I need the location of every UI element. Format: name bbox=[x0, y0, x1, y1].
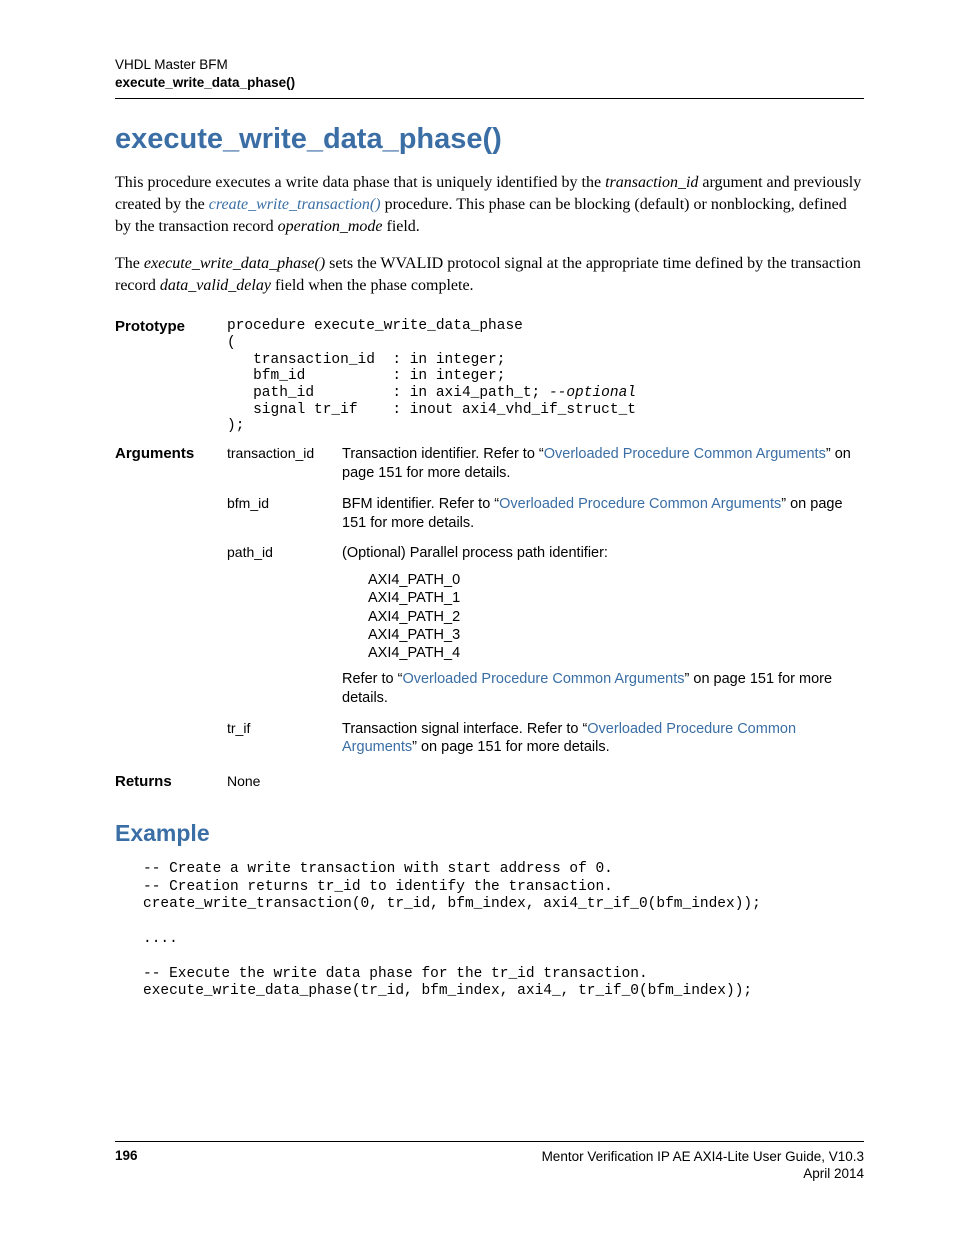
footer-date: April 2014 bbox=[542, 1165, 864, 1183]
argument-name: bfm_id bbox=[227, 495, 342, 545]
arguments-label: Arguments bbox=[115, 445, 227, 495]
argument-name: transaction_id bbox=[227, 445, 342, 495]
returns-label: Returns bbox=[115, 769, 227, 802]
argument-desc: Transaction signal interface. Refer to “… bbox=[342, 720, 864, 770]
description-paragraph-1: This procedure executes a write data pha… bbox=[115, 172, 864, 237]
description-paragraph-2: The execute_write_data_phase() sets the … bbox=[115, 253, 864, 296]
returns-row: Returns None bbox=[115, 769, 864, 802]
create-write-transaction-link[interactable]: create_write_transaction() bbox=[209, 196, 381, 213]
argument-row: path_id (Optional) Parallel process path… bbox=[115, 544, 864, 719]
overloaded-args-link[interactable]: Overloaded Procedure Common Arguments bbox=[544, 446, 826, 462]
argument-name: path_id bbox=[227, 544, 342, 719]
page-footer: 196 Mentor Verification IP AE AXI4-Lite … bbox=[115, 1141, 864, 1183]
overloaded-args-link[interactable]: Overloaded Procedure Common Arguments bbox=[402, 671, 684, 687]
argument-row: tr_if Transaction signal interface. Refe… bbox=[115, 720, 864, 770]
path-id-list: AXI4_PATH_0 AXI4_PATH_1 AXI4_PATH_2 AXI4… bbox=[368, 571, 864, 662]
path-option: AXI4_PATH_1 bbox=[368, 589, 864, 607]
footer-rule bbox=[115, 1141, 864, 1142]
header-chapter: VHDL Master BFM bbox=[115, 56, 864, 74]
argument-desc: Transaction identifier. Refer to “Overlo… bbox=[342, 445, 864, 495]
path-option: AXI4_PATH_4 bbox=[368, 644, 864, 662]
footer-doc-title: Mentor Verification IP AE AXI4-Lite User… bbox=[542, 1148, 864, 1166]
header-rule bbox=[115, 98, 864, 99]
argument-row: Arguments transaction_id Transaction ide… bbox=[115, 445, 864, 495]
argument-name: tr_if bbox=[227, 720, 342, 770]
page-number: 196 bbox=[115, 1148, 138, 1183]
argument-row: bfm_id BFM identifier. Refer to “Overloa… bbox=[115, 495, 864, 545]
argument-desc: BFM identifier. Refer to “Overloaded Pro… bbox=[342, 495, 864, 545]
page-title: execute_write_data_phase() bbox=[115, 123, 864, 156]
overloaded-args-link[interactable]: Overloaded Procedure Common Arguments bbox=[499, 496, 781, 512]
arguments-table: Arguments transaction_id Transaction ide… bbox=[115, 445, 864, 802]
path-option: AXI4_PATH_0 bbox=[368, 571, 864, 589]
argument-desc: (Optional) Parallel process path identif… bbox=[342, 544, 864, 719]
prototype-code: procedure execute_write_data_phase ( tra… bbox=[227, 318, 636, 435]
prototype-label: Prototype bbox=[115, 318, 213, 335]
path-option: AXI4_PATH_2 bbox=[368, 608, 864, 626]
example-code: -- Create a write transaction with start… bbox=[143, 861, 864, 1000]
path-option: AXI4_PATH_3 bbox=[368, 626, 864, 644]
prototype-block: Prototype procedure execute_write_data_p… bbox=[115, 318, 864, 435]
header-section: execute_write_data_phase() bbox=[115, 74, 864, 92]
example-heading: Example bbox=[115, 820, 864, 847]
running-header: VHDL Master BFM execute_write_data_phase… bbox=[115, 56, 864, 92]
returns-value: None bbox=[227, 769, 342, 802]
